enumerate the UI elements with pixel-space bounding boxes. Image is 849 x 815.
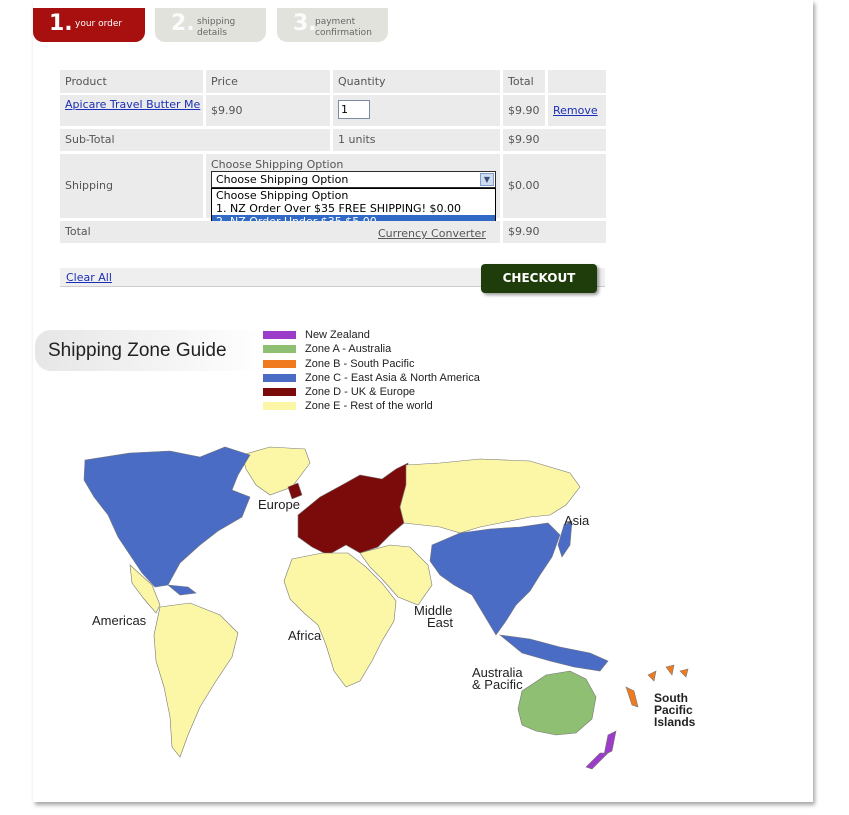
shipping-select[interactable]: Choose Shipping Option ▼ (211, 171, 496, 188)
step-label: your order (75, 19, 123, 29)
header-quantity: Quantity (333, 70, 500, 93)
legend-label: Zone D - UK & Europe (305, 386, 416, 399)
chevron-down-icon[interactable]: ▼ (480, 173, 494, 186)
step-number: 3. (293, 11, 317, 36)
legend-swatch (263, 359, 296, 368)
header-price: Price (206, 70, 330, 93)
subtotal-value: $9.90 (503, 129, 606, 151)
map-label-spi-3: Islands (654, 715, 696, 729)
north-america-shape (83, 446, 251, 588)
zone-guide-title: Shipping Zone Guide (35, 330, 265, 371)
product-link[interactable]: Apicare Travel Butter Me (65, 98, 200, 111)
choose-shipping-label: Choose Shipping Option (211, 158, 344, 171)
step-label: shipping details (197, 17, 236, 38)
south-pacific-island-1 (625, 686, 639, 708)
shipping-label: Shipping (60, 154, 203, 218)
legend-swatch (263, 373, 296, 382)
world-zone-map: Europe Asia Americas Africa Middle East … (83, 446, 696, 770)
shipping-select-value: Choose Shipping Option (216, 173, 349, 186)
new-zealand-south-shape (585, 752, 609, 770)
caribbean-shape (167, 584, 197, 596)
south-pacific-island-3 (665, 664, 675, 676)
header-total: Total (503, 70, 545, 93)
item-remove-cell: Remove (548, 95, 606, 126)
new-zealand-shape (603, 730, 617, 756)
step-your-order[interactable]: 1. your order (33, 8, 145, 42)
south-america-shape (153, 602, 239, 758)
shipping-value: $0.00 (503, 154, 606, 218)
subtotal-units: 1 units (333, 129, 500, 151)
step-shipping-details[interactable]: 2. shipping details (155, 8, 266, 42)
header-actions (548, 70, 606, 93)
step-number: 1. (49, 11, 73, 36)
australia-shape (517, 670, 597, 736)
south-pacific-island-2 (647, 670, 657, 682)
shipping-option[interactable]: Choose Shipping Option (212, 189, 495, 202)
remove-link[interactable]: Remove (553, 104, 598, 117)
header-product: Product (60, 70, 203, 93)
currency-converter-link[interactable]: Currency Converter (378, 227, 486, 240)
item-price: $9.90 (206, 95, 330, 126)
shipping-option[interactable]: 1. NZ Order Over $35 FREE SHIPPING! $0.0… (212, 202, 495, 215)
legend-swatch (263, 345, 296, 354)
legend-swatch (263, 331, 296, 339)
legend-swatch (263, 402, 296, 411)
legend-label: Zone C - East Asia & North America (305, 371, 480, 384)
map-label-australia-2: & Pacific (472, 677, 523, 692)
map-label-africa: Africa (288, 628, 322, 643)
asia-north-shape (399, 458, 581, 534)
map-label-middle-east-2: East (427, 615, 453, 630)
total-value: $9.90 (503, 221, 606, 243)
europe-shape (297, 462, 409, 556)
quantity-input[interactable] (338, 100, 370, 119)
checkout-button[interactable]: CHECKOUT (481, 264, 597, 293)
step-label: payment confirmation (315, 17, 372, 38)
legend-label: Zone E - Rest of the world (305, 400, 433, 413)
clear-all-link[interactable]: Clear All (66, 271, 112, 284)
legend-swatch (263, 388, 296, 397)
legend-label: New Zealand (305, 329, 370, 341)
step-payment-confirmation[interactable]: 3. payment confirmation (277, 8, 388, 42)
legend-label: Zone B - South Pacific (305, 357, 415, 370)
map-label-americas: Americas (92, 613, 147, 628)
legend-label: Zone A - Australia (305, 343, 392, 356)
south-pacific-island-4 (679, 668, 689, 678)
map-label-asia: Asia (564, 513, 590, 528)
step-number: 2. (171, 11, 195, 36)
item-total: $9.90 (503, 95, 545, 126)
map-label-europe: Europe (258, 497, 300, 512)
item-product-cell: Apicare Travel Butter Me (60, 95, 203, 126)
subtotal-label: Sub-Total (60, 129, 330, 151)
